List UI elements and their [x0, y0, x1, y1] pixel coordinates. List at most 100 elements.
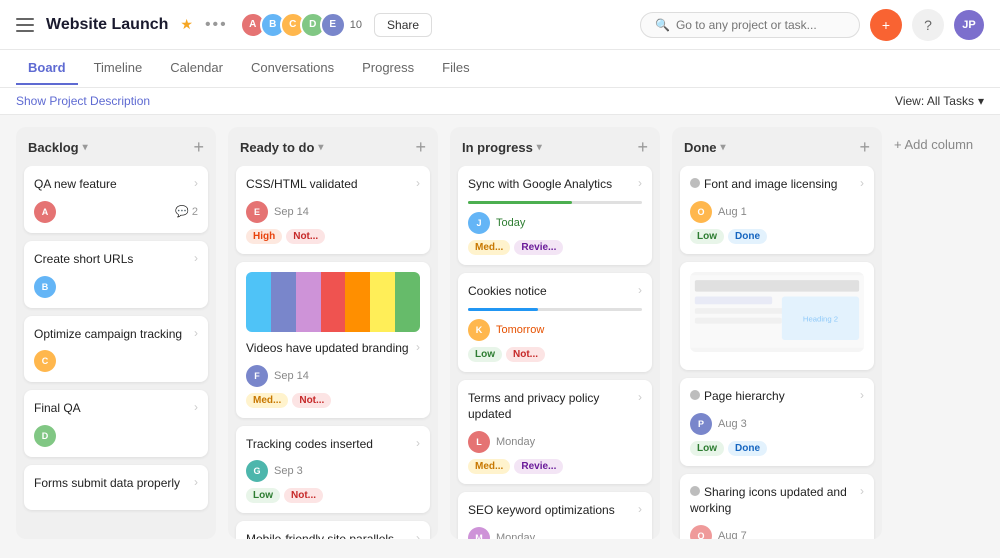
card-menu-icon[interactable]: ›	[194, 400, 198, 414]
column-title-ready[interactable]: Ready to do ▾	[240, 140, 323, 155]
card-menu-icon[interactable]: ›	[416, 176, 420, 190]
add-card-ready[interactable]: +	[415, 137, 426, 158]
card-title: SEO keyword optimizations	[468, 502, 615, 519]
star-icon[interactable]: ★	[180, 16, 193, 33]
card-meta: E Sep 14	[246, 201, 420, 223]
card-terms-privacy[interactable]: Terms and privacy policy updated › L Mon…	[458, 380, 652, 485]
card-cookies-notice[interactable]: Cookies notice › K Tomorrow Low Not...	[458, 273, 652, 372]
chevron-down-icon: ▾	[83, 142, 88, 153]
tab-files[interactable]: Files	[430, 52, 481, 85]
card-date: Today	[496, 217, 525, 229]
add-column-button[interactable]: + Add column	[894, 137, 973, 152]
status-dot	[690, 486, 700, 496]
tab-board[interactable]: Board	[16, 52, 78, 85]
card-footer: C	[34, 350, 198, 372]
search-input[interactable]	[676, 18, 845, 32]
card-page-hierarchy[interactable]: Page hierarchy › P Aug 3 Low Done	[680, 378, 874, 466]
card-title: Tracking codes inserted	[246, 436, 373, 453]
add-card-done[interactable]: +	[859, 137, 870, 158]
card-date: Sep 14	[274, 370, 309, 382]
add-column-area[interactable]: + Add column	[894, 127, 1000, 539]
card-menu-icon[interactable]: ›	[194, 475, 198, 489]
card-thumbnail-card[interactable]: Heading 2	[680, 262, 874, 370]
card-title: Sync with Google Analytics	[468, 176, 612, 193]
card-menu-icon[interactable]: ›	[194, 326, 198, 340]
card-tags: Med... Not...	[246, 393, 420, 408]
card-title: Cookies notice	[468, 283, 547, 300]
card-create-short-urls[interactable]: Create short URLs › B	[24, 241, 208, 308]
column-header-ready: Ready to do ▾ +	[228, 127, 438, 166]
card-menu-icon[interactable]: ›	[416, 436, 420, 450]
card-date: Aug 7	[718, 530, 747, 539]
card-font-licensing[interactable]: Font and image licensing › O Aug 1 Low D…	[680, 166, 874, 254]
card-menu-icon[interactable]: ›	[860, 176, 864, 190]
card-date: Monday	[496, 436, 535, 448]
card-videos-branding[interactable]: Videos have updated branding › F Sep 14 …	[236, 262, 430, 418]
tab-conversations[interactable]: Conversations	[239, 52, 346, 85]
card-avatar: A	[34, 201, 56, 223]
search-icon: 🔍	[655, 18, 670, 32]
card-tracking-codes[interactable]: Tracking codes inserted › G Sep 3 Low No…	[236, 426, 430, 514]
card-menu-icon[interactable]: ›	[416, 340, 420, 354]
tab-timeline[interactable]: Timeline	[82, 52, 155, 85]
user-avatar[interactable]: JP	[954, 10, 984, 40]
add-card-backlog[interactable]: +	[193, 137, 204, 158]
card-menu-icon[interactable]: ›	[638, 390, 642, 404]
card-menu-icon[interactable]: ›	[638, 283, 642, 297]
progress-bar	[468, 308, 642, 311]
more-options-icon[interactable]: •••	[205, 16, 228, 34]
card-tags: Low Not...	[246, 488, 420, 503]
card-google-analytics[interactable]: Sync with Google Analytics › J Today Med…	[458, 166, 652, 265]
header-right: 🔍 + ? JP	[640, 9, 984, 41]
member-avatars: A B C D E 10	[240, 12, 362, 38]
help-button[interactable]: ?	[912, 9, 944, 41]
tag-review: Revie...	[514, 459, 563, 474]
avatar: E	[320, 12, 346, 38]
card-menu-icon[interactable]: ›	[194, 176, 198, 190]
show-description-link[interactable]: Show Project Description	[16, 94, 150, 108]
card-menu-icon[interactable]: ›	[416, 531, 420, 539]
view-filter[interactable]: View: All Tasks ▾	[895, 94, 984, 108]
chevron-down-icon: ▾	[721, 142, 726, 153]
comment-count: 💬 2	[175, 205, 198, 218]
card-menu-icon[interactable]: ›	[638, 176, 642, 190]
card-optimize-campaign[interactable]: Optimize campaign tracking › C	[24, 316, 208, 383]
card-avatar: E	[246, 201, 268, 223]
column-title-done[interactable]: Done ▾	[684, 140, 726, 155]
card-forms-submit[interactable]: Forms submit data properly ›	[24, 465, 208, 510]
card-final-qa[interactable]: Final QA › D	[24, 390, 208, 457]
card-title: CSS/HTML validated	[246, 176, 358, 193]
share-button[interactable]: Share	[374, 13, 432, 37]
tag-high: High	[246, 229, 282, 244]
hamburger-menu[interactable]	[16, 18, 34, 32]
column-header-backlog: Backlog ▾ +	[16, 127, 216, 166]
card-mobile-friendly[interactable]: Mobile-friendly site parallels › H Sep 6…	[236, 521, 430, 539]
card-title: Terms and privacy policy updated	[468, 390, 638, 424]
add-card-inprogress[interactable]: +	[637, 137, 648, 158]
card-avatar: K	[468, 319, 490, 341]
column-title-backlog[interactable]: Backlog ▾	[28, 140, 88, 155]
search-bar[interactable]: 🔍	[640, 12, 860, 38]
card-seo-keywords[interactable]: SEO keyword optimizations › M Monday Med…	[458, 492, 652, 539]
card-css-html[interactable]: CSS/HTML validated › E Sep 14 High Not..…	[236, 166, 430, 254]
card-menu-icon[interactable]: ›	[860, 484, 864, 498]
status-dot	[690, 178, 700, 188]
column-title-inprogress[interactable]: In progress ▾	[462, 140, 542, 155]
card-title: Optimize campaign tracking	[34, 326, 182, 343]
card-date: Monday	[496, 532, 535, 539]
tab-progress[interactable]: Progress	[350, 52, 426, 85]
sub-header: Show Project Description View: All Tasks…	[0, 88, 1000, 115]
card-avatar: G	[246, 460, 268, 482]
card-qa-new-feature[interactable]: QA new feature › A 💬 2	[24, 166, 208, 233]
card-menu-icon[interactable]: ›	[860, 388, 864, 402]
card-menu-icon[interactable]: ›	[638, 502, 642, 516]
card-date: Sep 14	[274, 206, 309, 218]
add-task-button[interactable]: +	[870, 9, 902, 41]
card-menu-icon[interactable]: ›	[194, 251, 198, 265]
card-avatar: J	[468, 212, 490, 234]
card-meta: J Today	[468, 212, 642, 234]
progress-fill	[468, 201, 572, 204]
tab-calendar[interactable]: Calendar	[158, 52, 235, 85]
card-sharing-icons[interactable]: Sharing icons updated and working › Q Au…	[680, 474, 874, 539]
chevron-down-icon: ▾	[318, 142, 323, 153]
